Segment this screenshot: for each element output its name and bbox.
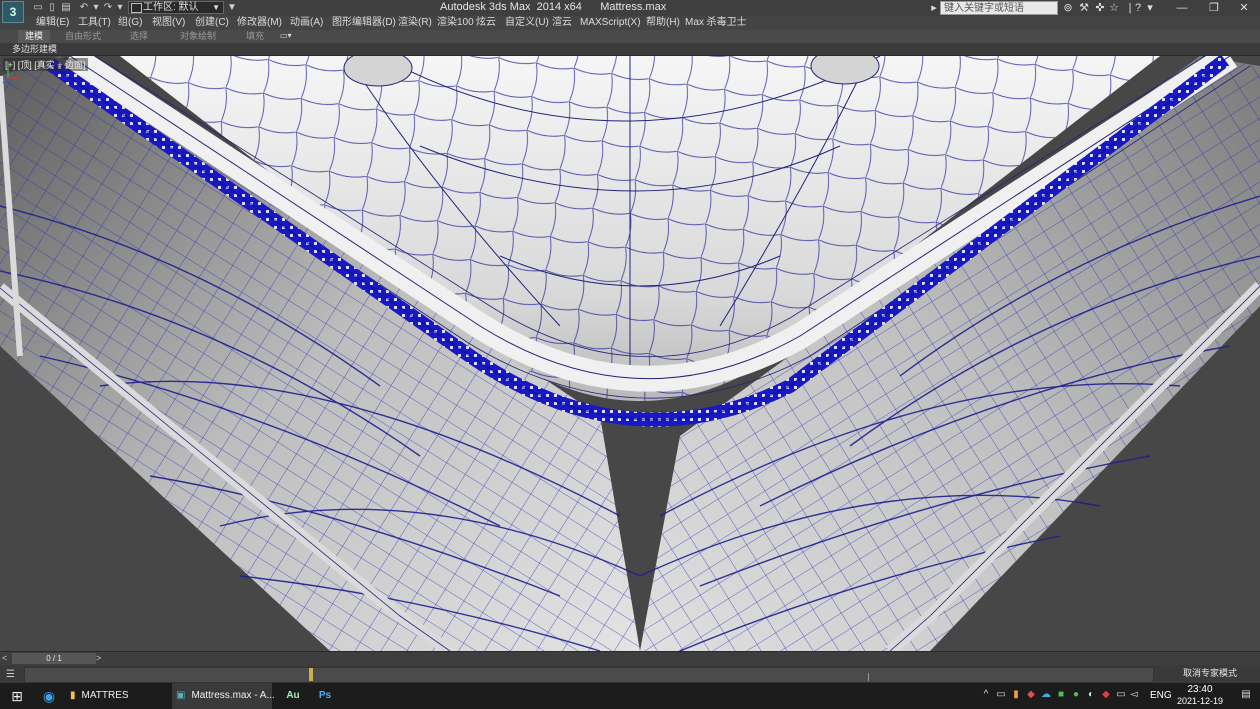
taskbar: ⊞ ◉ ▮ MATTRES ▣ Mattress.max - A... Au Ps … (0, 683, 1260, 709)
close-icon[interactable]: ✕ (1228, 0, 1260, 16)
maximize-icon[interactable]: ❐ (1198, 0, 1230, 16)
clock-date[interactable]: 2021-12-19 (1168, 696, 1232, 706)
tray-green-icon[interactable]: ■ (1055, 689, 1067, 701)
search-dropdown-icon[interactable]: ▸ (928, 2, 940, 14)
folder-icon: ▮ (70, 690, 76, 701)
taskbar-folder-button[interactable]: ▮ MATTRES (70, 683, 164, 709)
tray-cloud-icon[interactable]: ☁ (1040, 689, 1052, 701)
taskbar-folder-label: MATTRES (81, 690, 129, 701)
ribbon-tabs: 建模 自由形式 选择 对象绘制 填充 ▭▾ (0, 30, 1260, 43)
tray-folder-icon[interactable]: ▮ (1010, 689, 1022, 701)
menu-maxscript[interactable]: MAXScript(X) (580, 16, 641, 30)
time-slider-next-button[interactable]: > (96, 653, 104, 664)
menu-help[interactable]: 帮助(H) (646, 16, 680, 30)
favorites-icon[interactable]: ☆ (1108, 2, 1120, 14)
photoshop-icon[interactable]: Ps (316, 683, 334, 709)
workspace-label: 工作区: 默认 (143, 2, 199, 13)
minimize-icon[interactable]: — (1166, 0, 1198, 16)
help-dropdown-icon[interactable]: ▾ (1144, 2, 1156, 14)
subscription-icon[interactable]: ⚒ (1078, 2, 1090, 14)
redo-dropdown-icon[interactable]: ▾ (114, 2, 126, 13)
open-file-icon[interactable]: ▯ (46, 2, 58, 13)
taskbar-3dsmax-label: Mattress.max - A... (191, 690, 275, 701)
taskbar-3dsmax-button[interactable]: ▣ Mattress.max - A... (172, 683, 275, 709)
communication-center-icon[interactable]: ✜ (1094, 2, 1106, 14)
help-icon[interactable]: ? (1132, 2, 1144, 14)
axis-gizmo-icon (2, 62, 20, 84)
tray-app-icon[interactable]: ▭ (995, 689, 1007, 701)
tray-red-icon[interactable]: ◆ (1100, 689, 1112, 701)
time-slider: < 0 / 1 > (0, 651, 1260, 666)
menu-max-antivirus[interactable]: Max 杀毒卫士 (685, 16, 747, 30)
windows-start-icon[interactable]: ⊞ (8, 683, 26, 709)
expert-mode-status[interactable]: 取消专家模式 (1160, 667, 1260, 683)
tab-selection[interactable]: 选择 (130, 30, 148, 43)
audition-icon[interactable]: Au (284, 683, 302, 709)
menu-graph-editors[interactable]: 图形编辑器(D) (332, 16, 396, 30)
menu-animation[interactable]: 动画(A) (290, 16, 323, 30)
mattress-mesh (0, 56, 1260, 651)
polygon-modeling-label[interactable]: 多边形建模 (12, 43, 57, 55)
chevron-down-icon: ▼ (212, 3, 220, 12)
menu-xuanyun2[interactable]: 渲云 (552, 16, 572, 30)
notifications-icon[interactable]: ▤ (1240, 689, 1252, 701)
menu-customize[interactable]: 自定义(U) (505, 16, 549, 30)
binoculars-icon[interactable]: ⊚ (1062, 2, 1074, 14)
redo-icon[interactable]: ↷ (102, 2, 114, 13)
new-file-icon[interactable]: ▭ (32, 2, 44, 13)
title-bar: 3 ▭ ▯ ▤ ↶ ▾ ↷ ▾ 工作区: 默认 ▼ ▼ Autodesk 3ds… (0, 0, 1260, 23)
speaker-icon[interactable]: ◅ (1128, 689, 1140, 701)
menu-edit[interactable]: 编辑(E) (36, 16, 69, 30)
keyframe-marker[interactable] (309, 668, 313, 681)
menu-bar: 编辑(E) 工具(T) 组(G) 视图(V) 创建(C) 修改器(M) 动画(A… (0, 16, 1260, 31)
wechat-icon[interactable]: ● (1070, 689, 1082, 701)
menu-xuanyun[interactable]: 炫云 (476, 16, 496, 30)
track-bar-timeline[interactable] (24, 667, 1154, 683)
time-slider-prev-button[interactable]: < (2, 653, 12, 664)
tray-security-icon[interactable]: ◆ (1025, 689, 1037, 701)
undo-dropdown-icon[interactable]: ▾ (90, 2, 102, 13)
tray-misc-icon[interactable]: ◐ (1085, 689, 1097, 701)
quick-access-dropdown-icon[interactable]: ▼ (226, 2, 238, 13)
menu-group[interactable]: 组(G) (118, 16, 142, 30)
frame-tick (868, 673, 869, 681)
tab-populate[interactable]: 填充 (246, 30, 264, 43)
app-logo-icon[interactable]: 3 (2, 1, 24, 23)
tab-freeform[interactable]: 自由形式 (65, 30, 101, 43)
tab-modeling[interactable]: 建模 (18, 30, 50, 43)
menu-rendering[interactable]: 渲染(R) (398, 16, 432, 30)
menu-render100[interactable]: 渲染100 (437, 16, 474, 30)
display-icon[interactable]: ▭ (1115, 689, 1127, 701)
menu-modifiers[interactable]: 修改器(M) (237, 16, 282, 30)
track-bar: ☰ 取消专家模式 (0, 665, 1260, 685)
menu-views[interactable]: 视图(V) (152, 16, 185, 30)
search-input[interactable]: 键入关键字或短语 (940, 1, 1058, 15)
tab-object-paint[interactable]: 对象绘制 (180, 30, 216, 43)
ribbon-options-icon[interactable]: ▭▾ (280, 31, 298, 41)
menu-tools[interactable]: 工具(T) (78, 16, 111, 30)
frame-counter: 0 / 1 (46, 654, 62, 663)
3dsmax-icon: ▣ (176, 690, 186, 701)
edge-icon[interactable]: ◉ (40, 683, 58, 709)
ribbon-panel: 多边形建模 (0, 43, 1260, 56)
workspace-dropdown[interactable]: 工作区: 默认 ▼ (128, 1, 224, 14)
show-hidden-icons-icon[interactable]: ^ (980, 689, 992, 701)
workspace-icon (131, 3, 142, 13)
clock-time[interactable]: 23:40 (1178, 684, 1222, 695)
undo-icon[interactable]: ↶ (78, 2, 90, 13)
menu-create[interactable]: 创建(C) (195, 16, 229, 30)
window-title: Autodesk 3ds Max 2014 x64 Mattress.max (440, 1, 667, 13)
save-icon[interactable]: ▤ (60, 2, 72, 13)
track-bar-menu-icon[interactable]: ☰ (6, 669, 18, 680)
viewport[interactable]: [+] [顶] [真实 + 边面] (0, 56, 1260, 651)
